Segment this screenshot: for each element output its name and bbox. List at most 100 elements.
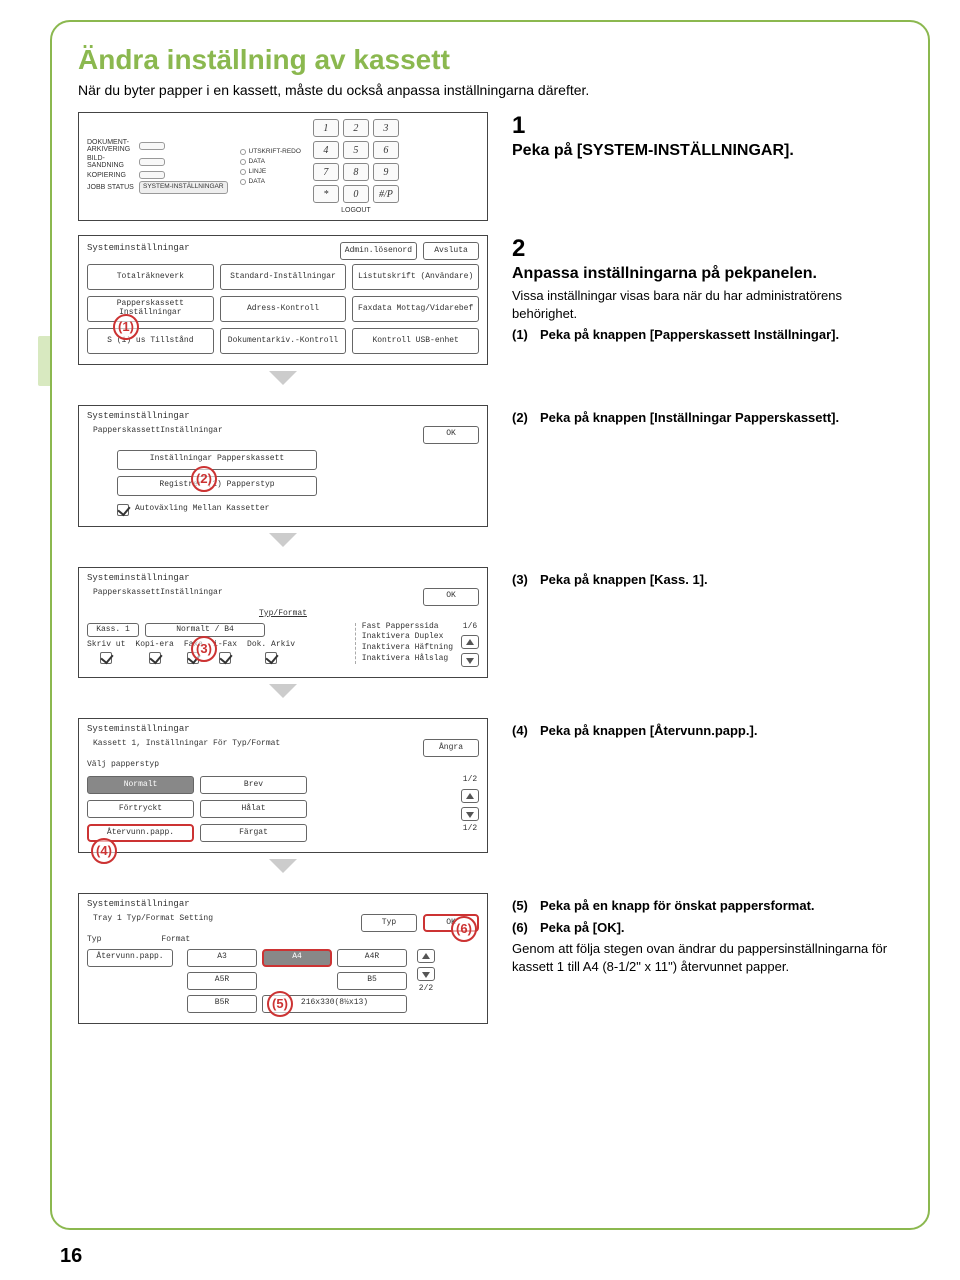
screen2-title: Systeminställningar — [87, 412, 479, 422]
btn-b5r[interactable]: B5R — [187, 995, 257, 1013]
btn-a3[interactable]: A3 — [187, 949, 257, 967]
key-9[interactable]: 9 — [373, 163, 399, 181]
screen-tray-list: Systeminställningar PapperskassettInstäl… — [78, 567, 488, 678]
step-2-li4-num: (4) — [512, 722, 534, 740]
btn-a4r[interactable]: A4R — [337, 949, 407, 967]
typ-button[interactable]: Typ — [361, 914, 417, 932]
screen5-title: Systeminställningar — [87, 900, 479, 910]
label-kopi: KOPIERING — [87, 172, 135, 179]
screen3-title: Systeminställningar — [87, 574, 479, 584]
arrow-down-icon — [269, 371, 297, 385]
btn-usb-enhet[interactable]: Kontroll USB-enhet — [352, 328, 479, 354]
btn-papperskassett-installningar[interactable]: Papperskassett Inställningar — [87, 296, 214, 322]
screen4-prompt: Välj papperstyp — [87, 761, 479, 770]
btn-brev[interactable]: Brev — [200, 776, 307, 794]
step-2-li6-num: (6) — [512, 919, 534, 937]
check-ifax[interactable] — [219, 652, 231, 664]
key-8[interactable]: 8 — [343, 163, 369, 181]
step-2-li1-num: (1) — [512, 326, 534, 344]
btn-fargat[interactable]: Färgat — [200, 824, 307, 842]
ok-button[interactable]: OK — [423, 588, 479, 606]
check-skriv[interactable] — [100, 652, 112, 664]
logout-label: LOGOUT — [313, 207, 399, 214]
page-down-button[interactable] — [461, 807, 479, 821]
side-haftning: Inaktivera Häftning — [362, 644, 453, 653]
typ-header: Typ — [87, 936, 101, 945]
callout-5: (5) — [267, 991, 293, 1017]
page-frame: Ändra inställning av kassett När du byte… — [50, 20, 930, 1230]
page-up-button[interactable] — [417, 949, 435, 963]
key-4[interactable]: 4 — [313, 141, 339, 159]
step-2-li2-num: (2) — [512, 409, 534, 427]
btn-a5r[interactable]: A5R — [187, 972, 257, 990]
label-utskrift: UTSKRIFT-REDO — [249, 148, 301, 155]
check-kopi[interactable] — [149, 652, 161, 664]
col-skriv: Skriv ut — [87, 641, 125, 650]
btn-normalt[interactable]: Normalt — [87, 776, 194, 794]
led — [139, 158, 165, 166]
key-0[interactable]: 0 — [343, 185, 369, 203]
step-2-heading: Anpassa inställningarna på pekpanelen. — [512, 265, 902, 283]
btn-fortryckt[interactable]: Förtryckt — [87, 800, 194, 818]
page-intro: När du byter papper i en kassett, måste … — [78, 82, 902, 98]
btn-faxdata[interactable]: Faxdata Mottag/Vidarebef — [352, 296, 479, 322]
btn-standard-installningar[interactable]: Standard-Inställningar — [220, 264, 347, 290]
key-6[interactable]: 6 — [373, 141, 399, 159]
key-5[interactable]: 5 — [343, 141, 369, 159]
format-header: Format — [161, 936, 190, 945]
step-2-li6: Peka på [OK]. — [540, 919, 625, 937]
btn-registrera-papperstyp[interactable]: Registrer (2) Papperstyp — [117, 476, 317, 496]
btn-b5[interactable]: B5 — [337, 972, 407, 990]
page-up-button[interactable] — [461, 789, 479, 803]
system-settings-button[interactable]: SYSTEM-INSTÄLLNINGAR — [139, 181, 228, 194]
btn-a4[interactable]: A4 — [262, 949, 332, 967]
admin-password-button[interactable]: Admin.lösenord — [340, 242, 417, 260]
callout-2: (2) — [191, 466, 217, 492]
screen5-subtitle: Tray 1 Typ/Format Setting — [87, 914, 219, 932]
screen1-title: Systeminställningar — [87, 244, 190, 254]
btn-dokumentarkiv[interactable]: Dokumentarkiv.-Kontroll — [220, 328, 347, 354]
page-down-button[interactable] — [417, 967, 435, 981]
numeric-keypad: 1 2 3 4 5 6 7 8 9 * 0 #/P — [313, 119, 399, 203]
btn-kass-1[interactable]: Kass. 1 — [87, 623, 139, 638]
page-up-button[interactable] — [461, 635, 479, 649]
cancel-button[interactable]: Ångra — [423, 739, 479, 757]
btn-typ-atervunn[interactable]: Återvunn.papp. — [87, 949, 173, 967]
btn-installningar-papperskassett[interactable]: Inställningar Papperskassett — [117, 450, 317, 470]
key-7[interactable]: 7 — [313, 163, 339, 181]
label-data1: DATA — [249, 158, 265, 165]
btn-adress-kontroll[interactable]: Adress-Kontroll — [220, 296, 347, 322]
callout-4: (4) — [91, 838, 117, 864]
ok-button[interactable]: OK — [423, 426, 479, 444]
key-star[interactable]: * — [313, 185, 339, 203]
step-1-number: 1 — [512, 112, 902, 140]
btn-listutskrift[interactable]: Listutskrift (Användare) — [352, 264, 479, 290]
screen-select-paper-size: Systeminställningar Tray 1 Typ/Format Se… — [78, 893, 488, 1024]
side-fast: Fast Papperssida — [362, 623, 453, 632]
key-hash[interactable]: #/P — [373, 185, 399, 203]
step-2-li3: Peka på knappen [Kass. 1]. — [540, 571, 708, 589]
step-2-tail: Genom att följa stegen ovan ändrar du pa… — [512, 940, 902, 975]
callout-1: (1) — [113, 314, 139, 340]
arrow-down-icon — [269, 533, 297, 547]
checkbox-autovaxling[interactable] — [117, 504, 129, 516]
check-dok[interactable] — [265, 652, 277, 664]
exit-button[interactable]: Avsluta — [423, 242, 479, 260]
screen3-subtitle: PapperskassettInställningar — [87, 588, 229, 606]
btn-totalrakneverk[interactable]: Totalräkneverk — [87, 264, 214, 290]
page-down-button[interactable] — [461, 653, 479, 667]
label-data2: DATA — [249, 178, 265, 185]
side-halslag: Inaktivera Hålslag — [362, 655, 453, 664]
led — [139, 171, 165, 179]
step-2-li3-num: (3) — [512, 571, 534, 589]
key-1[interactable]: 1 — [313, 119, 339, 137]
label-dokarkiv: DOKUMENT-ARKIVERING — [87, 139, 135, 153]
btn-tillstand[interactable]: S (1) us Tillstånd — [87, 328, 214, 354]
key-2[interactable]: 2 — [343, 119, 369, 137]
label-bild: BILD-SANDNING — [87, 155, 135, 169]
key-3[interactable]: 3 — [373, 119, 399, 137]
btn-halat[interactable]: Hålat — [200, 800, 307, 818]
page-indicator-4a: 1/2 — [463, 776, 477, 785]
arrow-down-icon — [269, 684, 297, 698]
step-1-heading: Peka på [SYSTEM-INSTÄLLNINGAR]. — [512, 142, 902, 160]
